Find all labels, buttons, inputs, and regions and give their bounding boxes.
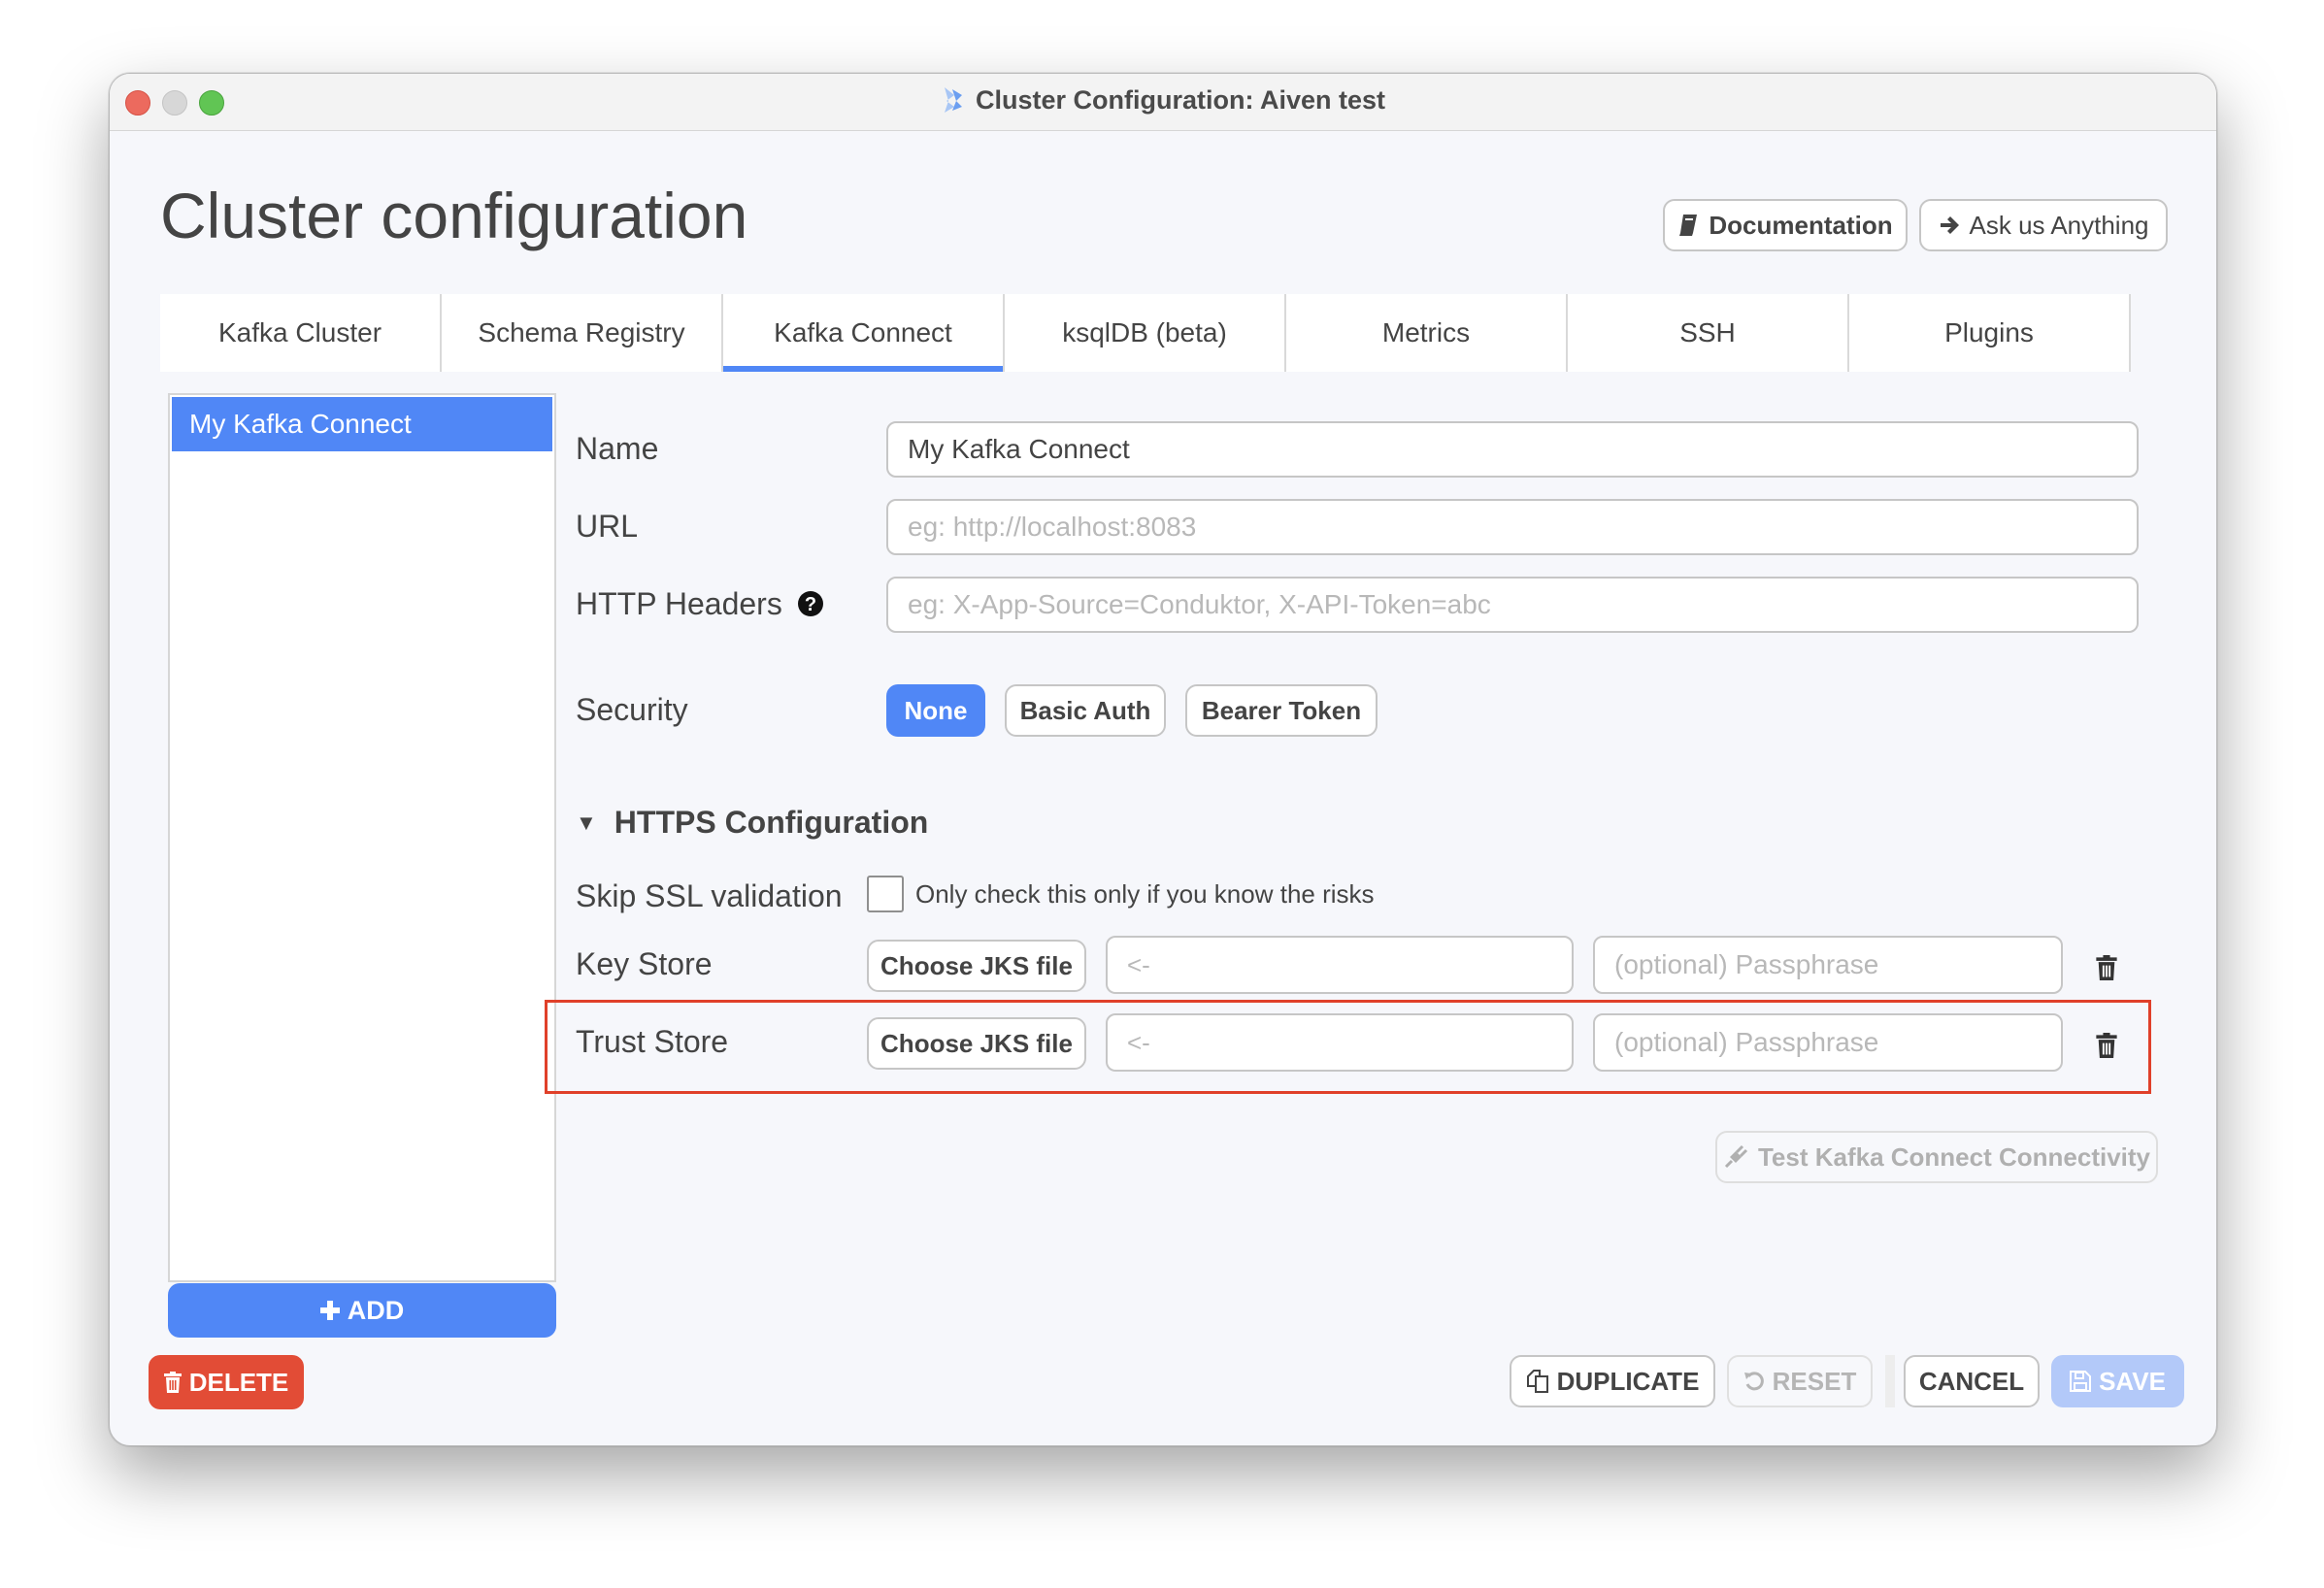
tab-label: Kafka Cluster bbox=[217, 317, 382, 347]
ask-us-anything-button[interactable]: Ask us Anything bbox=[1919, 199, 2168, 251]
cancel-button[interactable]: CANCEL bbox=[1904, 1355, 2040, 1407]
tab-metrics[interactable]: Metrics bbox=[1286, 294, 1568, 372]
tab-kafka-cluster[interactable]: Kafka Cluster bbox=[160, 294, 442, 372]
delete-label: DELETE bbox=[188, 1367, 289, 1397]
choose-jks-label: Choose JKS file bbox=[880, 950, 1073, 980]
add-label: ADD bbox=[347, 1295, 405, 1325]
https-configuration-title: HTTPS Configuration bbox=[614, 805, 929, 840]
security-bearer-token-button[interactable]: Bearer Token bbox=[1185, 684, 1378, 737]
tab-bar: Kafka Cluster Schema Registry Kafka Conn… bbox=[160, 294, 2131, 372]
save-icon bbox=[2070, 1371, 2092, 1392]
tab-schema-registry[interactable]: Schema Registry bbox=[442, 294, 723, 372]
tab-label: Plugins bbox=[1944, 317, 2034, 347]
duplicate-button[interactable]: DUPLICATE bbox=[1510, 1355, 1715, 1407]
https-configuration-toggle[interactable]: ▼ HTTPS Configuration bbox=[576, 805, 928, 841]
url-label: URL bbox=[576, 509, 639, 544]
key-store-delete-icon[interactable] bbox=[2096, 955, 2117, 980]
tab-label: Metrics bbox=[1381, 317, 1471, 347]
caret-down-icon: ▼ bbox=[576, 811, 597, 835]
key-store-choose-button[interactable]: Choose JKS file bbox=[867, 940, 1086, 992]
svg-text:?: ? bbox=[805, 594, 816, 615]
url-input[interactable] bbox=[886, 499, 2139, 555]
conduktor-logo-icon bbox=[944, 87, 962, 113]
help-icon[interactable]: ? bbox=[797, 590, 824, 617]
page-title: Cluster configuration bbox=[160, 180, 748, 251]
tab-label: ksqlDB (beta) bbox=[1062, 317, 1227, 347]
name-input[interactable] bbox=[886, 421, 2139, 478]
key-store-passphrase-input[interactable] bbox=[1593, 936, 2063, 994]
documentation-button[interactable]: Documentation bbox=[1663, 199, 1908, 251]
trash-icon bbox=[163, 1372, 182, 1393]
key-store-file-input[interactable] bbox=[1106, 936, 1574, 994]
tab-label: Kafka Connect bbox=[774, 317, 952, 347]
save-label: SAVE bbox=[2099, 1366, 2166, 1396]
security-option-label: Bearer Token bbox=[1201, 695, 1362, 725]
skip-ssl-hint: Only check this only if you know the ris… bbox=[915, 879, 1375, 909]
save-button[interactable]: SAVE bbox=[2051, 1355, 2184, 1407]
security-basic-auth-button[interactable]: Basic Auth bbox=[1005, 684, 1166, 737]
trust-store-delete-icon[interactable] bbox=[2096, 1033, 2117, 1058]
ask-label: Ask us Anything bbox=[1969, 210, 2149, 240]
security-option-label: Basic Auth bbox=[1019, 695, 1151, 725]
list-item-label: My Kafka Connect bbox=[189, 409, 412, 439]
security-option-label: None bbox=[904, 695, 968, 725]
key-store-label: Key Store bbox=[576, 946, 713, 981]
skip-ssl-label: Skip SSL validation bbox=[576, 878, 843, 913]
undo-icon bbox=[1743, 1372, 1764, 1391]
tab-plugins[interactable]: Plugins bbox=[1849, 294, 2131, 372]
footer-separator bbox=[1885, 1355, 1895, 1407]
add-button[interactable]: ADD bbox=[168, 1283, 556, 1338]
security-none-button[interactable]: None bbox=[886, 684, 985, 737]
plug-icon bbox=[1724, 1144, 1748, 1169]
skip-ssl-checkbox[interactable] bbox=[867, 876, 904, 912]
window-title: Cluster Configuration: Aiven test bbox=[110, 85, 2216, 116]
list-item[interactable]: My Kafka Connect bbox=[172, 397, 552, 451]
http-headers-label-text: HTTP Headers bbox=[576, 586, 782, 621]
http-headers-label: HTTP Headers ? bbox=[576, 586, 824, 622]
security-label: Security bbox=[576, 692, 688, 727]
arrow-right-icon bbox=[1940, 216, 1959, 234]
tab-kafka-connect[interactable]: Kafka Connect bbox=[723, 294, 1005, 372]
name-label: Name bbox=[576, 431, 659, 466]
tab-ksqldb[interactable]: ksqlDB (beta) bbox=[1005, 294, 1286, 372]
trust-store-file-input[interactable] bbox=[1106, 1013, 1574, 1072]
kafka-connect-list: My Kafka Connect bbox=[168, 393, 556, 1282]
duplicate-label: DUPLICATE bbox=[1556, 1366, 1700, 1396]
trust-store-choose-button[interactable]: Choose JKS file bbox=[867, 1017, 1086, 1070]
delete-button[interactable]: DELETE bbox=[149, 1355, 304, 1409]
documentation-label: Documentation bbox=[1709, 210, 1893, 240]
tab-label: SSH bbox=[1679, 317, 1736, 347]
tab-label: Schema Registry bbox=[478, 317, 685, 347]
choose-jks-label: Choose JKS file bbox=[880, 1028, 1073, 1058]
app-window: Cluster Configuration: Aiven test Cluste… bbox=[109, 73, 2217, 1446]
trust-store-passphrase-input[interactable] bbox=[1593, 1013, 2063, 1072]
http-headers-input[interactable] bbox=[886, 577, 2139, 633]
book-icon bbox=[1679, 215, 1698, 236]
window-title-text: Cluster Configuration: Aiven test bbox=[975, 85, 1386, 115]
reset-label: RESET bbox=[1772, 1366, 1857, 1396]
test-connectivity-label: Test Kafka Connect Connectivity bbox=[1757, 1141, 2151, 1172]
copy-icon bbox=[1526, 1370, 1548, 1393]
plus-icon bbox=[319, 1301, 340, 1320]
tab-ssh[interactable]: SSH bbox=[1568, 294, 1849, 372]
trust-store-label: Trust Store bbox=[576, 1024, 729, 1059]
title-bar: Cluster Configuration: Aiven test bbox=[110, 74, 2216, 131]
test-connectivity-button[interactable]: Test Kafka Connect Connectivity bbox=[1715, 1131, 2158, 1183]
reset-button[interactable]: RESET bbox=[1727, 1355, 1873, 1407]
cancel-label: CANCEL bbox=[1918, 1366, 2025, 1396]
